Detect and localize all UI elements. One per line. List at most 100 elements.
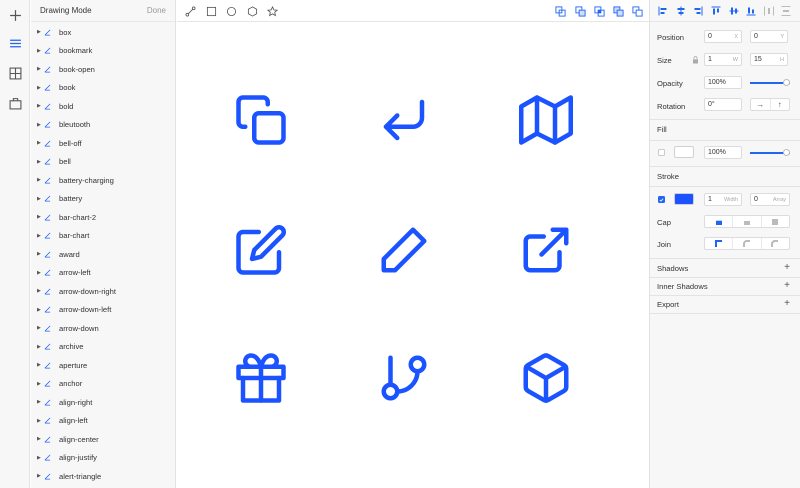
fill-opacity-slider-knob[interactable]	[783, 149, 790, 156]
layer-item[interactable]: ▶ align-left	[31, 412, 175, 431]
fill-checkbox[interactable]	[658, 149, 665, 156]
disclosure-triangle-icon[interactable]: ▶	[37, 196, 43, 202]
rectangle-tool-icon[interactable]	[204, 4, 218, 18]
disclosure-triangle-icon[interactable]: ▶	[37, 29, 43, 35]
position-x-field[interactable]: 0 X	[704, 30, 742, 43]
disclosure-triangle-icon[interactable]: ▶	[37, 177, 43, 183]
stroke-color-swatch[interactable]	[674, 193, 694, 205]
disclosure-triangle-icon[interactable]: ▶	[37, 122, 43, 128]
width-field[interactable]: 1 W	[704, 53, 742, 66]
oval-tool-icon[interactable]	[224, 4, 238, 18]
polygon-tool-icon[interactable]	[245, 4, 259, 18]
lock-icon[interactable]	[692, 56, 699, 66]
union-icon[interactable]	[553, 4, 567, 18]
layer-item[interactable]: ▶ bookmark	[31, 42, 175, 61]
disclosure-triangle-icon[interactable]: ▶	[37, 307, 43, 313]
flatten-icon[interactable]	[630, 4, 644, 18]
disclosure-triangle-icon[interactable]: ▶	[37, 418, 43, 424]
distribute-vertical-icon[interactable]	[780, 5, 791, 16]
artboard[interactable]	[177, 23, 649, 488]
layer-item[interactable]: ▶ book	[31, 79, 175, 98]
layer-item[interactable]: ▶ arrow-left	[31, 264, 175, 283]
align-bottom-icon[interactable]	[745, 5, 756, 16]
briefcase-icon[interactable]	[5, 93, 25, 113]
opacity-field[interactable]: 100%	[704, 76, 742, 89]
disclosure-triangle-icon[interactable]: ▶	[37, 103, 43, 109]
layer-item[interactable]: ▶ battery	[31, 190, 175, 209]
layer-item[interactable]: ▶ anchor	[31, 375, 175, 394]
layer-item[interactable]: ▶ bold	[31, 97, 175, 116]
add-inner-shadow-button[interactable]: +	[784, 280, 790, 291]
round-join-icon[interactable]	[733, 238, 762, 249]
disclosure-triangle-icon[interactable]: ▶	[37, 362, 43, 368]
disclosure-triangle-icon[interactable]: ▶	[37, 288, 43, 294]
layer-item[interactable]: ▶ battery-charging	[31, 171, 175, 190]
subtract-icon[interactable]	[573, 4, 587, 18]
copy-icon[interactable]	[234, 93, 288, 147]
layers-list-icon[interactable]	[5, 33, 25, 53]
position-y-field[interactable]: 0 Y	[750, 30, 788, 43]
layer-item[interactable]: ▶ book-open	[31, 60, 175, 79]
disclosure-triangle-icon[interactable]: ▶	[37, 399, 43, 405]
miter-join-icon[interactable]	[705, 238, 734, 249]
fill-color-swatch[interactable]	[674, 146, 694, 158]
disclosure-triangle-icon[interactable]: ▶	[37, 66, 43, 72]
add-export-button[interactable]: +	[784, 298, 790, 309]
layer-item[interactable]: ▶ aperture	[31, 356, 175, 375]
vector-tool-icon[interactable]	[183, 4, 197, 18]
add-shadow-button[interactable]: +	[784, 262, 790, 273]
height-field[interactable]: 15 H	[750, 53, 788, 66]
disclosure-triangle-icon[interactable]: ▶	[37, 85, 43, 91]
fill-opacity-field[interactable]: 100%	[704, 146, 742, 159]
distribute-horizontal-icon[interactable]	[763, 5, 774, 16]
box-icon[interactable]	[519, 351, 573, 405]
rotation-field[interactable]: 0°	[704, 98, 742, 111]
bevel-join-icon[interactable]	[762, 238, 789, 249]
opacity-slider-knob[interactable]	[783, 79, 790, 86]
stroke-width-field[interactable]: 1 Width	[704, 193, 742, 206]
gift-icon[interactable]	[234, 351, 288, 405]
flip-horizontal-button[interactable]: →	[751, 99, 771, 110]
grid-icon[interactable]	[5, 63, 25, 83]
disclosure-triangle-icon[interactable]: ▶	[37, 344, 43, 350]
stroke-array-field[interactable]: 0 Array	[750, 193, 790, 206]
disclosure-triangle-icon[interactable]: ▶	[37, 436, 43, 442]
layer-item[interactable]: ▶ arrow-down-right	[31, 282, 175, 301]
done-button[interactable]: Done	[147, 6, 166, 15]
layer-item[interactable]: ▶ award	[31, 245, 175, 264]
plus-icon[interactable]	[5, 5, 25, 25]
disclosure-triangle-icon[interactable]: ▶	[37, 251, 43, 257]
disclosure-triangle-icon[interactable]: ▶	[37, 325, 43, 331]
layer-item[interactable]: ▶ arrow-down	[31, 319, 175, 338]
map-icon[interactable]	[519, 93, 573, 147]
layer-item[interactable]: ▶ alert-triangle	[31, 467, 175, 486]
edit-icon[interactable]	[234, 223, 288, 277]
disclosure-triangle-icon[interactable]: ▶	[37, 381, 43, 387]
layer-item[interactable]: ▶ align-justify	[31, 449, 175, 468]
git-branch-icon[interactable]	[377, 351, 431, 405]
layer-item[interactable]: ▶ box	[31, 23, 175, 42]
difference-icon[interactable]	[611, 4, 625, 18]
square-cap-icon[interactable]	[762, 216, 789, 227]
disclosure-triangle-icon[interactable]: ▶	[37, 233, 43, 239]
layer-item[interactable]: ▶ bar-chart	[31, 227, 175, 246]
disclosure-triangle-icon[interactable]: ▶	[37, 159, 43, 165]
butt-cap-icon[interactable]	[705, 216, 734, 227]
align-vertical-center-icon[interactable]	[728, 5, 739, 16]
align-top-icon[interactable]	[710, 5, 721, 16]
round-cap-icon[interactable]	[733, 216, 762, 227]
layer-item[interactable]: ▶ archive	[31, 338, 175, 357]
fill-opacity-slider[interactable]	[750, 147, 790, 159]
layer-item[interactable]: ▶ align-center	[31, 430, 175, 449]
align-right-icon[interactable]	[692, 5, 703, 16]
external-link-icon[interactable]	[519, 223, 573, 277]
align-horizontal-center-icon[interactable]	[675, 5, 686, 16]
disclosure-triangle-icon[interactable]: ▶	[37, 270, 43, 276]
disclosure-triangle-icon[interactable]: ▶	[37, 140, 43, 146]
star-tool-icon[interactable]	[265, 4, 279, 18]
disclosure-triangle-icon[interactable]: ▶	[37, 473, 43, 479]
disclosure-triangle-icon[interactable]: ▶	[37, 214, 43, 220]
layer-item[interactable]: ▶ bleutooth	[31, 116, 175, 135]
layer-item[interactable]: ▶ bell-off	[31, 134, 175, 153]
layer-item[interactable]: ▶ bell	[31, 153, 175, 172]
